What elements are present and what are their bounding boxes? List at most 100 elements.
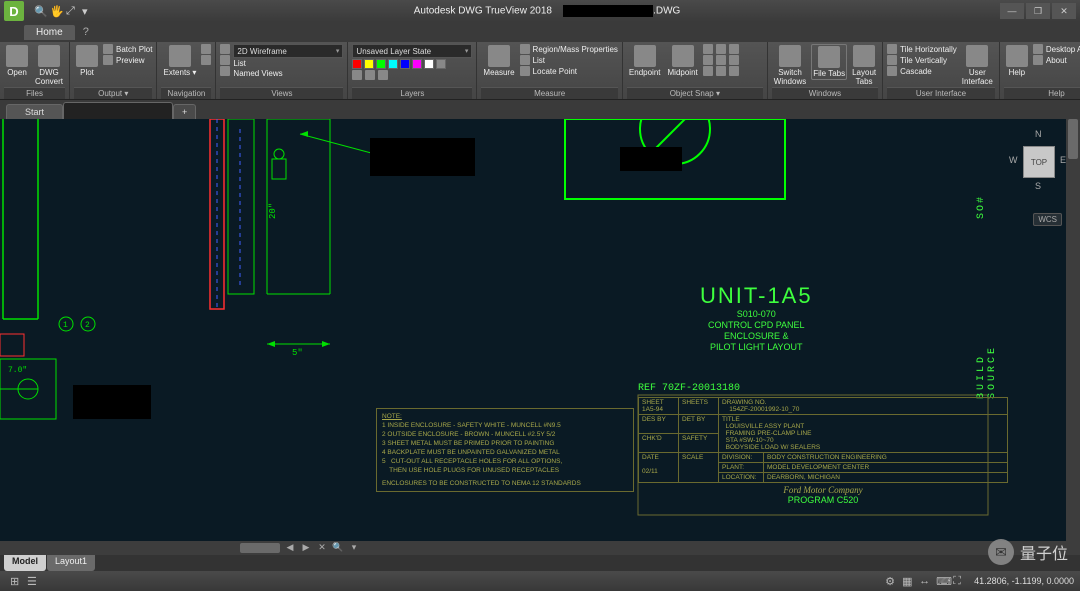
- tab-current-drawing[interactable]: [63, 102, 173, 119]
- batch-plot-button[interactable]: Batch Plot: [103, 44, 152, 54]
- layer-icon[interactable]: [352, 70, 362, 80]
- panel-title-files: Files: [4, 87, 65, 99]
- viewcube-west[interactable]: W: [1009, 155, 1018, 165]
- preview-button[interactable]: Preview: [103, 55, 152, 65]
- qat-extents-icon[interactable]: ⤢: [66, 5, 78, 18]
- status-icon[interactable]: ▦: [902, 575, 913, 588]
- layer-lock-icon[interactable]: [378, 70, 388, 80]
- about-button[interactable]: About: [1033, 55, 1080, 65]
- snap-more-1[interactable]: [703, 44, 763, 54]
- tile-vert-button[interactable]: Tile Vertically: [887, 55, 957, 65]
- layer-color-swatches[interactable]: [352, 59, 472, 69]
- status-grid-icon[interactable]: ☰: [27, 575, 38, 588]
- measure-list-button[interactable]: List: [520, 55, 618, 65]
- qat-pan-icon[interactable]: 🖐: [50, 5, 62, 18]
- viewcube-north[interactable]: N: [1035, 129, 1042, 139]
- maximize-button[interactable]: ❐: [1026, 3, 1050, 19]
- status-toggles: ⊞ ☰: [10, 575, 38, 588]
- scroll-right-icon[interactable]: ▶: [300, 542, 312, 554]
- qat-dropdown-icon[interactable]: ▾: [82, 5, 94, 18]
- cascade-icon: [887, 66, 897, 76]
- panel-help: Help Desktop Analytics About Help: [1000, 42, 1080, 99]
- desktop-analytics-button[interactable]: Desktop Analytics: [1033, 44, 1080, 54]
- named-views-label[interactable]: Named Views: [233, 69, 343, 78]
- panel-title-output[interactable]: Output ▾: [74, 87, 152, 99]
- help-icon: [1006, 45, 1028, 67]
- scrollbar-thumb[interactable]: [1068, 119, 1078, 159]
- tile-horiz-button[interactable]: Tile Horizontally: [887, 44, 957, 54]
- visual-style-combo[interactable]: 2D Wireframe▾: [233, 44, 343, 58]
- scroll-menu-icon[interactable]: ▾: [348, 542, 360, 554]
- minimize-button[interactable]: —: [1000, 3, 1024, 19]
- scrollbar-thumb[interactable]: [240, 543, 280, 553]
- locate-point-button[interactable]: Locate Point: [520, 66, 618, 76]
- help-button[interactable]: Help: [1004, 44, 1030, 78]
- measure-button[interactable]: Measure: [481, 44, 516, 78]
- tile-horiz-icon: [887, 44, 897, 54]
- viewcube-top[interactable]: TOP: [1023, 146, 1055, 178]
- app-icon[interactable]: D: [4, 1, 24, 21]
- so-number-label: SO#: [976, 195, 987, 219]
- dwg-convert-button[interactable]: DWG Convert: [33, 44, 65, 87]
- status-icon[interactable]: ⌨: [936, 575, 947, 588]
- build-source-label: BUILD SOURCE: [976, 295, 998, 399]
- close-button[interactable]: ✕: [1052, 3, 1076, 19]
- layer-state-combo[interactable]: Unsaved Layer State▾: [352, 44, 472, 58]
- switch-windows-button[interactable]: Switch Windows: [772, 44, 808, 87]
- panel-title-snap[interactable]: Object Snap ▾: [627, 87, 763, 99]
- layout-tabs-button[interactable]: Layout Tabs: [850, 44, 878, 87]
- locate-icon: [520, 66, 530, 76]
- status-icon[interactable]: ⚙: [885, 575, 896, 588]
- tab-layout1[interactable]: Layout1: [47, 555, 95, 571]
- status-model-icon[interactable]: ⊞: [10, 575, 21, 588]
- title-bar: D 🔍 🖐 ⤢ ▾ Autodesk DWG TrueView 2018 .DW…: [0, 0, 1080, 22]
- status-icon[interactable]: ↔: [919, 575, 930, 588]
- region-icon: [520, 44, 530, 54]
- tab-new[interactable]: +: [173, 104, 196, 119]
- list-button[interactable]: List: [233, 59, 343, 68]
- viewcube-south[interactable]: S: [1035, 181, 1041, 191]
- nav-orbit-button[interactable]: [201, 55, 211, 65]
- panel-title-views: Views: [220, 87, 343, 99]
- open-button[interactable]: Open: [4, 44, 30, 78]
- wcs-badge[interactable]: WCS: [1033, 213, 1062, 226]
- visual-style-icon: [220, 44, 230, 54]
- file-tabs-button[interactable]: File Tabs: [811, 44, 847, 80]
- extents-button[interactable]: Extents ▾: [161, 44, 198, 78]
- plot-button[interactable]: Plot: [74, 44, 100, 78]
- tab-model[interactable]: Model: [4, 555, 46, 571]
- panel-title-layers: Layers: [352, 87, 472, 99]
- snap-more-3[interactable]: [703, 66, 763, 76]
- midpoint-button[interactable]: Midpoint: [666, 44, 700, 78]
- visual-style-button[interactable]: [220, 44, 230, 54]
- snap-more-2[interactable]: [703, 55, 763, 65]
- vertical-scrollbar[interactable]: [1066, 119, 1080, 555]
- list-views-button[interactable]: [220, 55, 230, 65]
- layer-freeze-icon[interactable]: [365, 70, 375, 80]
- named-views-button[interactable]: [220, 66, 230, 76]
- tab-home[interactable]: Home: [24, 25, 75, 40]
- horizontal-scrollbar[interactable]: ◀ ▶ ✕ 🔍 ▾: [0, 541, 1080, 555]
- endpoint-button[interactable]: Endpoint: [627, 44, 663, 78]
- drawing-title: UNIT-1A5 S010-070 CONTROL CPD PANEL ENCL…: [700, 283, 813, 353]
- analytics-icon: [1033, 44, 1043, 54]
- cascade-button[interactable]: Cascade: [887, 66, 957, 76]
- qat-zoom-icon[interactable]: 🔍: [34, 5, 46, 18]
- nav-pan-button[interactable]: [201, 44, 211, 54]
- region-props-button[interactable]: Region/Mass Properties: [520, 44, 618, 54]
- scroll-zoom-icon[interactable]: 🔍: [332, 542, 344, 554]
- svg-text:5": 5": [292, 348, 303, 358]
- user-interface-button[interactable]: User Interface: [960, 44, 995, 87]
- pan-icon: [201, 44, 211, 54]
- coordinate-readout: 41.2806, -1.1199, 0.0000: [974, 576, 1074, 586]
- drawing-viewport[interactable]: 20" 5" 1 2 7.0" UNIT-1A5 S010-070 CONTR: [0, 119, 1080, 555]
- info-icon: [1033, 55, 1043, 65]
- file-tabs-icon: [818, 46, 840, 68]
- scroll-close-icon[interactable]: ✕: [316, 542, 328, 554]
- view-cube[interactable]: N S E W TOP: [1004, 123, 1074, 203]
- ribbon-help-icon[interactable]: ?: [83, 26, 89, 38]
- scroll-left-icon[interactable]: ◀: [284, 542, 296, 554]
- panel-navigation: Extents ▾ Navigation: [157, 42, 216, 99]
- tab-start[interactable]: Start: [6, 104, 63, 119]
- status-icon[interactable]: ⛶: [953, 575, 964, 588]
